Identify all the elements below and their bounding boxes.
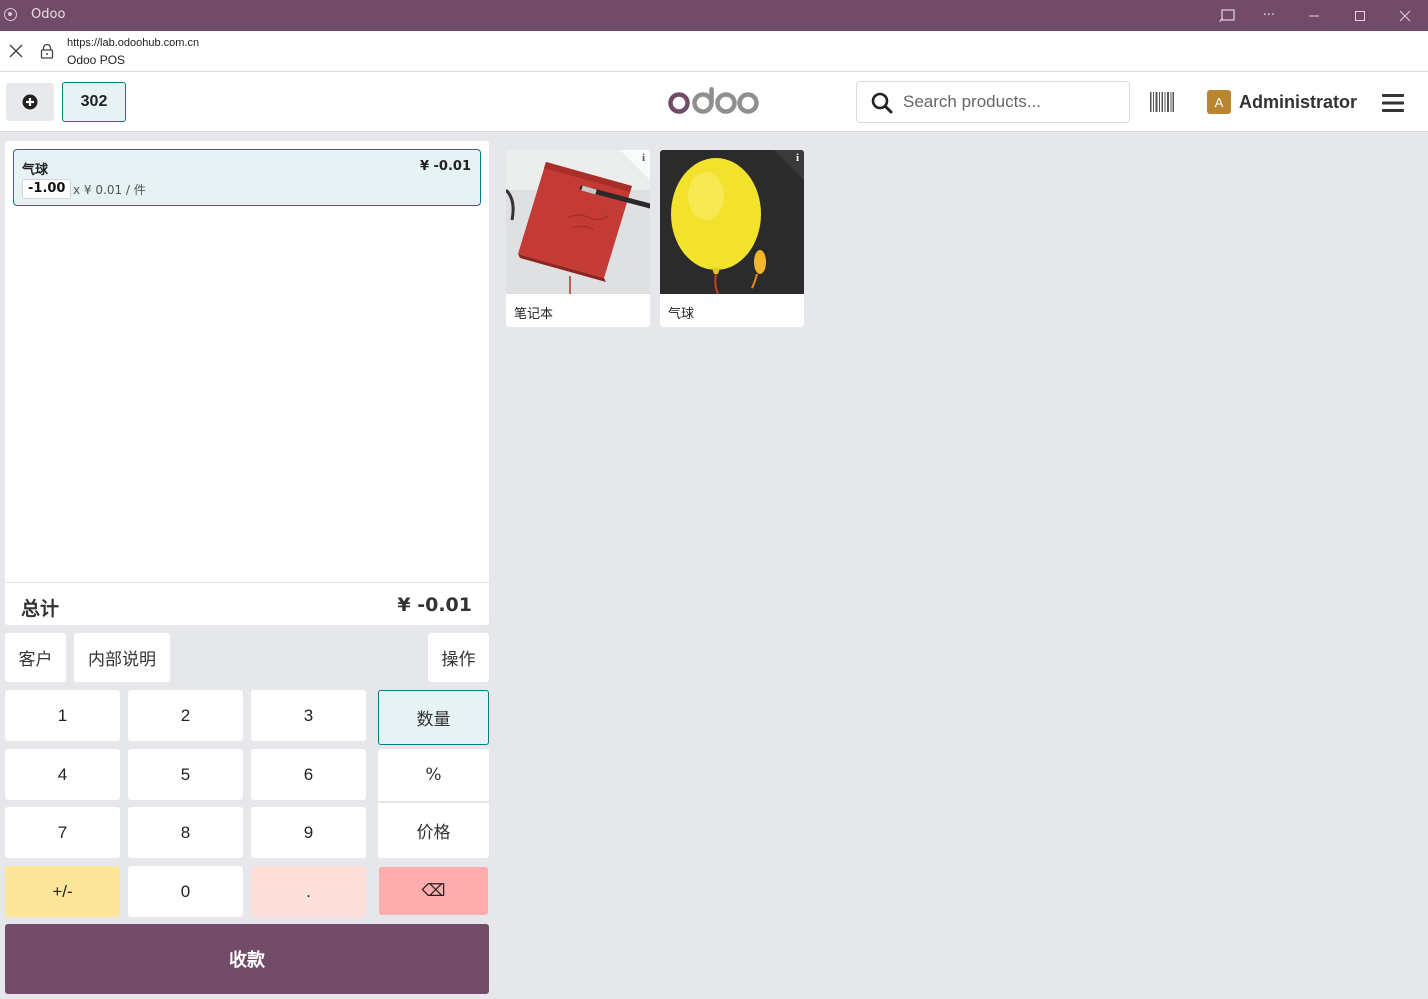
total-label: 总计 <box>21 598 60 620</box>
product-name: 笔记本 <box>514 307 554 322</box>
mode-discount-button[interactable]: % <box>378 749 489 802</box>
customer-button[interactable]: 客户 <box>5 633 66 682</box>
app-icon <box>4 8 17 21</box>
window-title: Odoo <box>31 7 66 22</box>
close-icon[interactable] <box>8 43 24 59</box>
new-order-button[interactable] <box>6 83 54 121</box>
order-line-price: ¥ -0.01 <box>419 159 471 174</box>
user-name[interactable]: Administrator <box>1239 92 1357 113</box>
numpad-key-2[interactable]: 2 <box>128 690 243 741</box>
actions-button[interactable]: 操作 <box>428 633 489 682</box>
plus-circle-icon <box>22 94 38 110</box>
maximize-button[interactable] <box>1337 0 1383 31</box>
page-title: Odoo POS <box>67 53 126 67</box>
address-bar: https://lab.odoohub.com.cn Odoo POS <box>0 31 1428 72</box>
backspace-button[interactable]: ⌫ <box>379 867 488 915</box>
numpad-key-3[interactable]: 3 <box>251 690 366 741</box>
numpad-key-4[interactable]: 4 <box>5 749 120 800</box>
info-icon[interactable]: i <box>642 152 645 164</box>
product-card-notebook[interactable]: i 笔记本 <box>506 150 650 327</box>
avatar[interactable]: A <box>1207 90 1231 114</box>
hamburger-menu-icon[interactable] <box>1382 94 1404 112</box>
numpad-key-0[interactable]: 0 <box>128 866 243 917</box>
internal-note-button[interactable]: 内部说明 <box>74 633 170 682</box>
numpad-key-6[interactable]: 6 <box>251 749 366 800</box>
mode-quantity-button[interactable]: 数量 <box>378 690 489 745</box>
total-value: ¥ -0.01 <box>397 594 472 616</box>
product-name: 气球 <box>668 307 695 322</box>
order-line-quantity: -1.00 <box>22 179 72 199</box>
order-line-product-name: 气球 <box>22 163 49 178</box>
numpad-key-decimal[interactable]: . <box>251 866 366 917</box>
order-panel: 气球 ¥ -0.01 -1.00 x ¥ 0.01 / 件 总计 ¥ -0.01 <box>5 141 489 625</box>
close-window-button[interactable] <box>1382 0 1428 31</box>
numpad-key-1[interactable]: 1 <box>5 690 120 741</box>
pos-header: 302 A Administrator <box>0 72 1428 132</box>
numpad-key-8[interactable]: 8 <box>128 807 243 858</box>
more-options-icon[interactable]: ··· <box>1246 0 1292 31</box>
search-box <box>856 81 1130 123</box>
barcode-icon[interactable] <box>1150 92 1174 112</box>
numpad-key-9[interactable]: 9 <box>251 807 366 858</box>
order-line[interactable]: 气球 ¥ -0.01 -1.00 x ¥ 0.01 / 件 <box>13 149 481 206</box>
info-icon[interactable]: i <box>796 152 799 164</box>
order-total: 总计 ¥ -0.01 <box>5 582 489 625</box>
mode-price-button[interactable]: 价格 <box>378 803 489 858</box>
lock-icon[interactable] <box>40 43 54 59</box>
cast-icon[interactable] <box>1204 0 1250 31</box>
odoo-logo <box>668 87 759 114</box>
minimize-button[interactable] <box>1291 0 1337 31</box>
url-text[interactable]: https://lab.odoohub.com.cn <box>67 37 199 49</box>
numpad-key-7[interactable]: 7 <box>5 807 120 858</box>
window-title-bar: Odoo ··· <box>0 0 1428 31</box>
search-icon <box>871 92 893 114</box>
product-card-balloon[interactable]: i 气球 <box>660 150 804 327</box>
order-tab[interactable]: 302 <box>62 82 126 122</box>
numpad-key-5[interactable]: 5 <box>128 749 243 800</box>
numpad-key-plus-minus[interactable]: +/- <box>5 866 120 917</box>
info-corner <box>620 150 650 180</box>
search-input[interactable] <box>903 88 1123 116</box>
payment-button[interactable]: 收款 <box>5 924 489 994</box>
backspace-icon: ⌫ <box>421 881 446 900</box>
order-line-unit-price: x ¥ 0.01 / 件 <box>73 183 146 197</box>
info-corner <box>774 150 804 180</box>
